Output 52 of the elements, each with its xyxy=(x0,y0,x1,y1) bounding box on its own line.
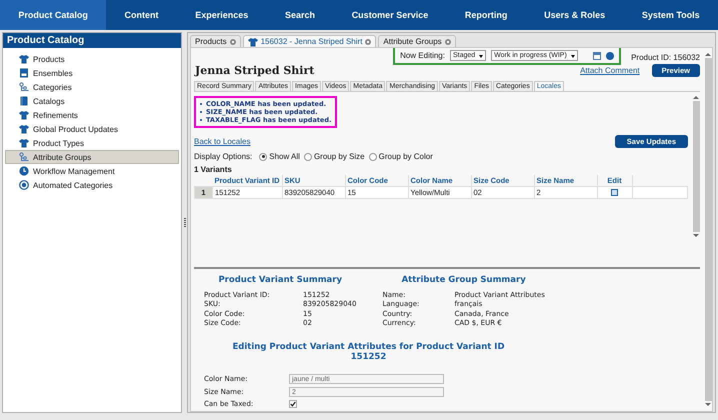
badge-icon xyxy=(19,180,29,190)
nav-tab[interactable]: Content xyxy=(106,0,177,30)
splitter-handle[interactable] xyxy=(184,218,186,228)
shirt-icon xyxy=(248,36,258,46)
close-icon[interactable] xyxy=(365,38,372,44)
sidebar-item[interactable]: Refinements xyxy=(5,108,179,122)
close-icon[interactable] xyxy=(444,38,451,44)
nav-tab[interactable]: Users & Roles xyxy=(526,0,624,30)
editing-label: Now Editing: xyxy=(400,51,445,60)
radio-option[interactable]: Group by Size xyxy=(304,152,365,161)
sidebar-item[interactable]: Automated Categories xyxy=(5,178,179,192)
book-icon xyxy=(19,96,29,106)
nav-tab[interactable]: Experiences xyxy=(176,0,267,30)
variant-count: 1 Variants xyxy=(194,165,233,174)
nav-tab[interactable]: Search xyxy=(266,0,334,30)
sidebar-item[interactable]: Attribute Groups xyxy=(5,150,179,164)
product-id: Product ID: 156032 xyxy=(631,52,700,62)
close-icon[interactable] xyxy=(230,38,236,44)
shirt-icon xyxy=(19,138,29,148)
sidebar-item[interactable]: Products xyxy=(5,52,179,66)
hierarchy-icon xyxy=(19,152,29,162)
hierarchy-icon xyxy=(19,82,29,92)
nav-tab[interactable]: Customer Service xyxy=(333,0,447,30)
form-icon xyxy=(19,68,29,78)
document-tab[interactable]: 156032 - Jenna Striped Shirt xyxy=(242,35,376,47)
back-link[interactable]: Back to Locales xyxy=(194,137,250,146)
radio-option[interactable]: Group by Color xyxy=(368,152,433,161)
section-title: Editing Product Variant Attributes for Product Variant ID 151252 xyxy=(231,342,506,362)
sidebar-item[interactable]: Categories xyxy=(5,80,179,94)
calendar-icon[interactable] xyxy=(593,52,602,60)
nav-tab[interactable]: Reporting xyxy=(446,0,526,30)
sidebar-item[interactable]: Catalogs xyxy=(5,94,179,108)
shirt-icon xyxy=(19,110,29,120)
shirt-icon xyxy=(19,54,29,64)
shirt-icon xyxy=(19,124,29,134)
document-tab[interactable]: Attribute Groups xyxy=(378,35,456,47)
edit-icon[interactable] xyxy=(611,189,618,196)
product-title: Jenna Striped Shirt xyxy=(194,64,314,77)
checkbox[interactable] xyxy=(289,400,297,408)
radio-option[interactable]: Show All xyxy=(259,152,300,161)
sidebar-item[interactable]: Global Product Updates xyxy=(5,122,179,136)
sidebar-item[interactable]: Workflow Management xyxy=(5,164,179,178)
panel-header: Product Catalog xyxy=(3,33,181,48)
document-tab[interactable]: Products xyxy=(190,35,241,47)
section-title: Attribute Group Summary xyxy=(400,274,527,284)
display-options-label: Display Options: xyxy=(194,152,252,161)
attach-comment-link[interactable]: Attach Comment xyxy=(580,66,640,75)
nav-tab[interactable]: Product Catalog xyxy=(0,0,106,30)
nav-tab[interactable]: System Tools xyxy=(623,0,718,30)
section-title: Product Variant Summary xyxy=(217,274,344,284)
sidebar-item[interactable]: Product Types xyxy=(5,136,179,150)
sidebar-item[interactable]: Ensembles xyxy=(5,66,179,80)
